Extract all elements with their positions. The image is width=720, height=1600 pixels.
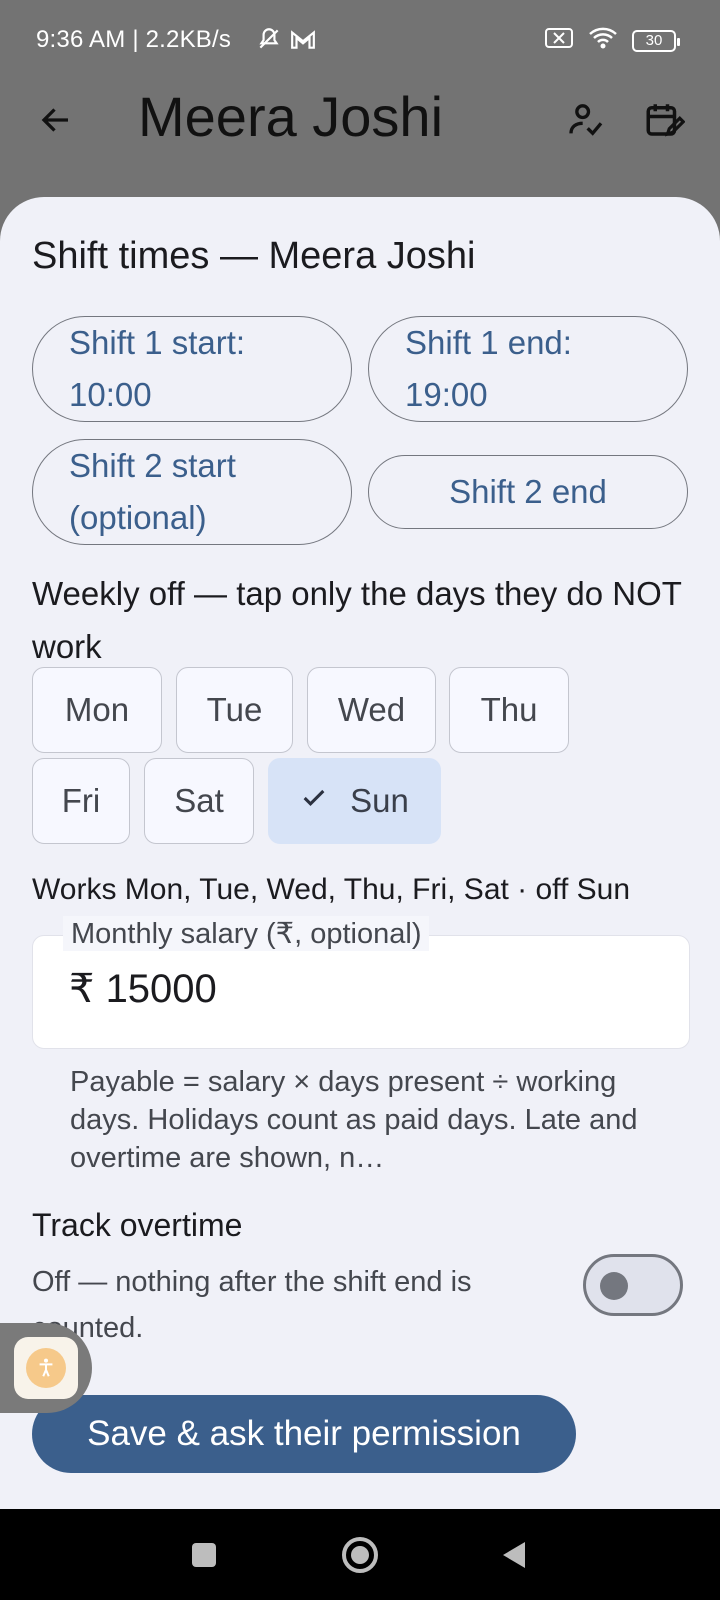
shift1-end-button[interactable]: Shift 1 end: 19:00 bbox=[368, 316, 688, 422]
day-chip-fri[interactable]: Fri bbox=[32, 758, 130, 844]
shift2-end-button[interactable]: Shift 2 end bbox=[368, 455, 688, 529]
gmail-icon bbox=[290, 28, 316, 55]
check-icon bbox=[300, 783, 328, 820]
person-check-icon bbox=[569, 104, 603, 136]
home-circle-icon bbox=[342, 1537, 378, 1573]
day-chip-sun[interactable]: Sun bbox=[268, 758, 441, 844]
shift2-start-label: Shift 2 start (optional) bbox=[69, 447, 236, 536]
day-chip-sat[interactable]: Sat bbox=[144, 758, 254, 844]
status-bar: 9:36 AM | 2.2KB/s 30 bbox=[0, 0, 720, 80]
accessibility-icon bbox=[26, 1348, 66, 1388]
day-chip-label: Mon bbox=[64, 691, 130, 728]
calendar-edit-icon bbox=[646, 104, 685, 137]
day-chip-thu[interactable]: Thu bbox=[449, 667, 569, 753]
day-chip-tue[interactable]: Tue bbox=[176, 667, 293, 753]
back-button[interactable] bbox=[30, 94, 82, 146]
status-icons-left bbox=[256, 26, 316, 57]
save-ask-permission-button[interactable]: Save & ask their permission bbox=[32, 1395, 576, 1473]
sheet-title: Shift times — Meera Joshi bbox=[32, 235, 476, 277]
app-bar: Meera Joshi bbox=[0, 80, 720, 190]
accessibility-button[interactable] bbox=[14, 1337, 78, 1399]
page-title: Meera Joshi bbox=[138, 85, 444, 148]
status-time-speed: 9:36 AM | 2.2KB/s bbox=[36, 26, 232, 53]
weekly-off-label: Weekly off — tap only the days they do N… bbox=[32, 575, 682, 665]
salary-input-value[interactable]: ₹ 15000 bbox=[69, 966, 217, 1012]
day-chip-label: Tue bbox=[206, 691, 263, 728]
day-chip-label: Wed bbox=[337, 691, 406, 728]
day-chip-wed[interactable]: Wed bbox=[307, 667, 436, 753]
floating-accessibility-bubble[interactable] bbox=[0, 1323, 92, 1413]
calendar-edit-button[interactable] bbox=[638, 94, 690, 146]
wifi-icon bbox=[588, 26, 618, 55]
shift2-start-button[interactable]: Shift 2 start (optional) bbox=[32, 439, 352, 545]
sim-x-icon bbox=[544, 27, 574, 54]
back-nav-button[interactable] bbox=[490, 1531, 538, 1579]
person-check-button[interactable] bbox=[560, 94, 612, 146]
day-chip-label: Fri bbox=[61, 782, 101, 819]
shift1-start-button[interactable]: Shift 1 start: 10:00 bbox=[32, 316, 352, 422]
salary-help-text: Payable = salary × days present ÷ workin… bbox=[70, 1066, 638, 1174]
day-chip-mon[interactable]: Mon bbox=[32, 667, 162, 753]
salary-field-label: Monthly salary (₹, optional) bbox=[63, 916, 430, 951]
day-chip-label: Sat bbox=[174, 782, 224, 819]
mute-icon bbox=[256, 26, 282, 57]
day-chip-label: Sun bbox=[350, 782, 409, 819]
shift1-start-label: Shift 1 start: 10:00 bbox=[69, 324, 246, 413]
overtime-title: Track overtime bbox=[32, 1207, 243, 1243]
triangle-back-icon bbox=[503, 1542, 525, 1568]
shift-times-sheet: Shift times — Meera Joshi Shift 1 start:… bbox=[0, 197, 720, 1509]
recents-button[interactable] bbox=[180, 1531, 228, 1579]
overtime-description: Off — nothing after the shift end is cou… bbox=[32, 1266, 472, 1344]
status-icons-right: 30 bbox=[544, 26, 680, 55]
system-nav-bar bbox=[0, 1509, 720, 1600]
toggle-knob bbox=[600, 1272, 628, 1300]
monthly-salary-field[interactable]: Monthly salary (₹, optional) ₹ 15000 bbox=[32, 916, 690, 1049]
day-chip-label: Thu bbox=[480, 691, 538, 728]
shift2-end-label: Shift 2 end bbox=[449, 473, 607, 510]
home-button[interactable] bbox=[336, 1531, 384, 1579]
shift1-end-label: Shift 1 end: 19:00 bbox=[405, 324, 572, 413]
back-arrow-icon bbox=[41, 108, 68, 132]
square-icon bbox=[192, 1543, 216, 1567]
overtime-toggle[interactable] bbox=[583, 1254, 683, 1316]
battery-icon: 30 bbox=[632, 29, 680, 52]
works-summary: Works Mon, Tue, Wed, Thu, Fri, Sat · off… bbox=[32, 873, 631, 906]
